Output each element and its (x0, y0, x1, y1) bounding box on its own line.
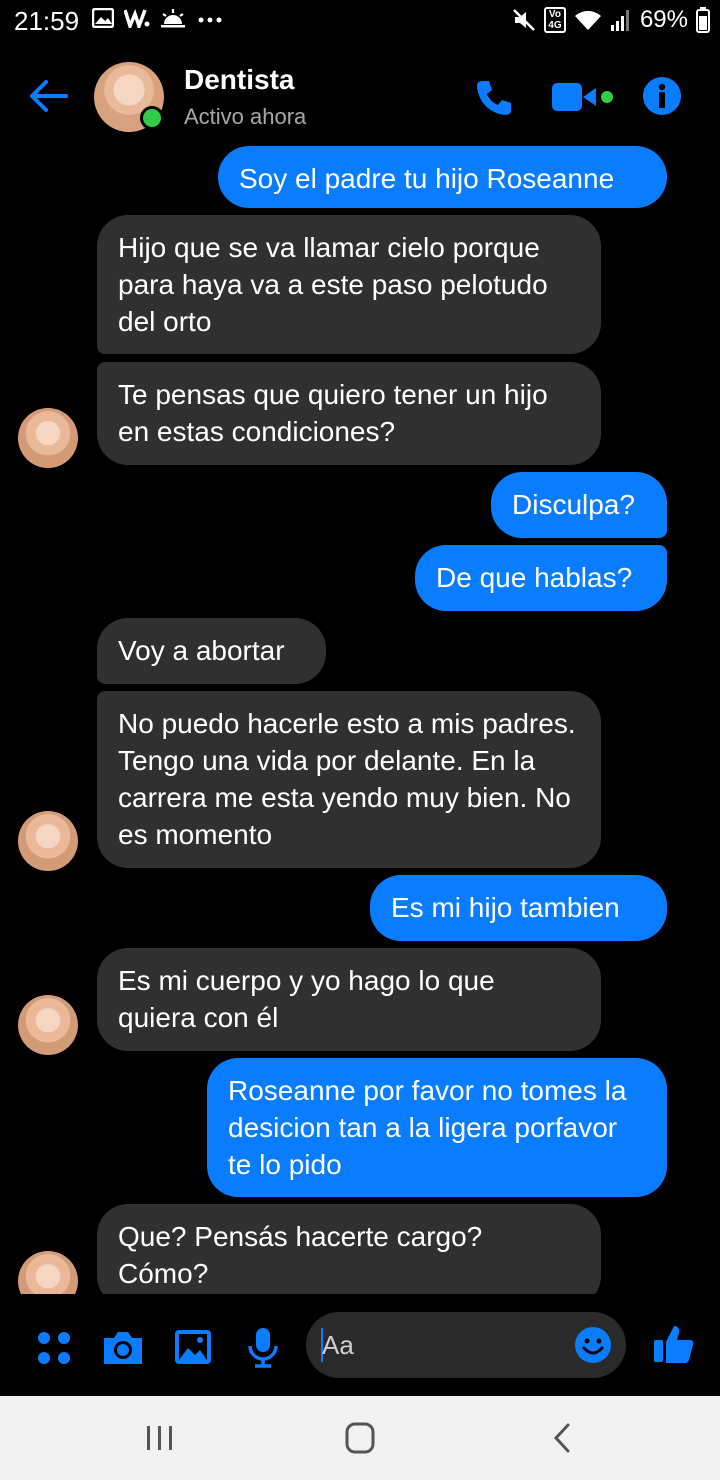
gallery-icon[interactable] (170, 1324, 216, 1370)
back-icon[interactable] (542, 1420, 582, 1456)
volte-icon: Vo 4G (543, 7, 566, 33)
message-bubble-received[interactable]: Que? Pensás hacerte cargo? Cómo? (97, 1204, 601, 1294)
message-bubble-sent[interactable]: Soy el padre tu hijo Roseanne (218, 146, 667, 208)
message-bubble-sent[interactable]: Es mi hijo tambien (370, 875, 667, 941)
wifi-icon (574, 10, 601, 30)
contact-avatar-small[interactable] (18, 811, 78, 871)
video-call-icon[interactable] (550, 80, 614, 114)
network-label: 4G (548, 20, 562, 31)
message-bubble-received[interactable]: Voy a abortar (97, 618, 326, 684)
microphone-icon[interactable] (240, 1324, 286, 1370)
message-bubble-received[interactable]: Te pensas que quiero tener un hijo en es… (97, 362, 601, 465)
status-bar: 21:59 Vo 4G 69% (0, 0, 720, 44)
message-input-placeholder: Aa (322, 1330, 354, 1360)
message-input[interactable]: Aa (306, 1312, 626, 1378)
back-arrow-icon[interactable] (26, 74, 70, 118)
contact-avatar-small[interactable] (18, 1251, 78, 1294)
w-app-icon (124, 9, 150, 28)
conversation-header: Dentista Activo ahora (0, 50, 720, 142)
message-bubble-received[interactable]: Hijo que se va llamar cielo porque para … (97, 215, 601, 354)
thumbs-up-icon[interactable] (652, 1322, 696, 1366)
status-right: Vo 4G 69% (512, 6, 710, 34)
phone-call-icon[interactable] (474, 78, 514, 118)
info-icon[interactable] (642, 76, 682, 116)
gallery-icon (92, 8, 114, 28)
message-bubble-sent[interactable]: Roseanne por favor no tomes la desicion … (207, 1058, 667, 1197)
more-dots-icon (198, 17, 222, 23)
message-bubble-received[interactable]: No puedo hacerle esto a mis padres. Teng… (97, 691, 601, 868)
contact-name[interactable]: Dentista (184, 64, 294, 96)
mute-icon (513, 9, 535, 31)
status-time: 21:59 (14, 6, 80, 36)
signal-icon (610, 10, 629, 31)
emoji-icon[interactable] (574, 1326, 612, 1364)
composer-bar: Aa (0, 1300, 720, 1396)
weather-icon (161, 9, 185, 28)
battery-icon (696, 7, 710, 33)
apps-icon[interactable] (32, 1324, 78, 1370)
camera-icon[interactable] (100, 1324, 146, 1370)
volte-label: Vo (548, 9, 561, 20)
home-icon[interactable] (340, 1420, 380, 1456)
status-left-icons (92, 8, 224, 28)
message-bubble-received[interactable]: Es mi cuerpo y yo hago lo que quiera con… (97, 948, 601, 1051)
battery-percent: 69% (639, 6, 688, 33)
contact-status: Activo ahora (184, 104, 307, 129)
recent-apps-icon[interactable] (140, 1420, 180, 1456)
message-bubble-sent[interactable]: Disculpa? (491, 472, 667, 538)
contact-avatar-small[interactable] (18, 995, 78, 1055)
contact-avatar-small[interactable] (18, 408, 78, 468)
system-navigation-bar (0, 1396, 720, 1480)
message-bubble-sent[interactable]: De que hablas? (415, 545, 667, 611)
message-list[interactable]: Soy el padre tu hijo Roseanne Hijo que s… (0, 146, 720, 1294)
online-indicator (140, 106, 164, 130)
